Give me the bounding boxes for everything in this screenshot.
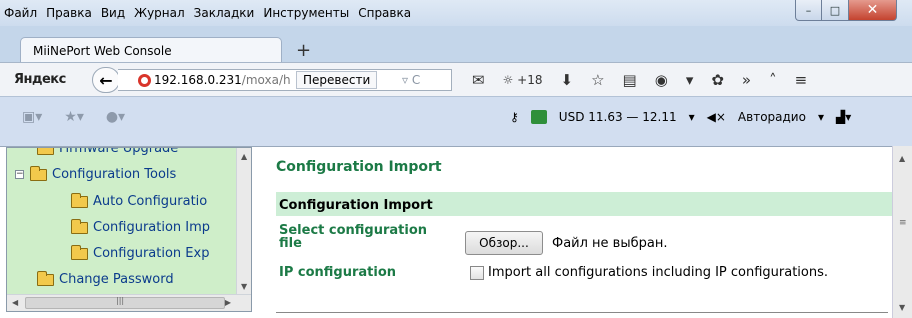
collapse-icon[interactable]: − (15, 170, 24, 179)
tree-item-label: Configuration Exp (93, 246, 210, 261)
scroll-down-arrow-icon[interactable]: ▼ (899, 303, 905, 312)
folder-open-icon (30, 165, 47, 181)
import-ip-checkbox[interactable] (470, 266, 484, 280)
tab-miineport[interactable]: MiiNePort Web Console (20, 37, 282, 63)
speaker-muted-icon[interactable]: ◀× (707, 110, 726, 124)
no-file-selected-text: Файл не выбран. (552, 236, 668, 251)
new-tab-button[interactable]: + (296, 40, 311, 61)
menu-view[interactable]: Вид (101, 6, 125, 20)
sun-icon: ☼ (502, 73, 514, 87)
tree-item-label: Auto Configuratio (93, 194, 208, 209)
reload-dropdown[interactable]: ▿ C (402, 73, 420, 87)
chevron-down-icon[interactable]: ▾ (818, 110, 824, 124)
bookmarks-bar: ▣▾ ★▾ ●▾ ⚷ USD 11.63 — 12.11 ▾ ◀× Автора… (0, 96, 912, 146)
site-identity-icon[interactable] (138, 74, 151, 87)
star-icon[interactable]: ☆ (591, 71, 604, 89)
weather-temp: +18 (517, 73, 543, 87)
scroll-right-arrow-icon[interactable]: ▶ (225, 298, 231, 307)
mail-icon[interactable]: ✉ (472, 71, 485, 89)
scroll-left-arrow-icon[interactable]: ◀ (12, 298, 18, 307)
page-title: Configuration Import (276, 159, 442, 175)
chevron-up-icon[interactable]: ˄ (769, 71, 777, 89)
extension-star-icon[interactable]: ★▾ (64, 109, 84, 125)
tree-item-auto-configuration[interactable]: Auto Configuratio (71, 192, 208, 209)
signal-bars-icon: ▟▾ (835, 110, 852, 124)
menu-edit[interactable]: Правка (46, 6, 92, 20)
menu-bookmarks[interactable]: Закладки (194, 6, 255, 20)
currency-chart-icon (530, 110, 547, 124)
brand-text: Яндекс (14, 72, 66, 87)
horizontal-scroll-thumb[interactable] (25, 296, 225, 309)
main-frame: Configuration Import Configuration Impor… (258, 147, 900, 318)
url-host: 192.168.0.231 (154, 73, 242, 87)
tree-item-label: Configuration Imp (93, 220, 211, 235)
folder-icon (71, 244, 88, 260)
url-text[interactable]: 192.168.0.231/moxa/h (154, 73, 314, 87)
folder-icon (37, 270, 54, 286)
back-button[interactable]: ← (92, 67, 120, 93)
scroll-up-arrow-icon[interactable]: ▲ (899, 154, 905, 163)
maximize-button[interactable]: □ (822, 0, 849, 21)
scroll-grip-icon[interactable]: ≡ (899, 218, 907, 228)
address-bar[interactable]: 192.168.0.231/moxa/h Перевести ▿ C (118, 69, 452, 91)
bookmark-left-icons: ▣▾ ★▾ ●▾ (22, 109, 125, 125)
navigation-tree: Firmware Upgrade − Configuration Tools A… (6, 147, 252, 312)
url-path: /moxa/h (241, 73, 291, 87)
key-icon[interactable]: ⚷ (510, 110, 519, 124)
tree-item-label: Firmware Upgrade (59, 147, 179, 156)
menu-tools[interactable]: Инструменты (263, 6, 349, 20)
reading-list-icon[interactable]: ▤ (623, 71, 637, 89)
main-vertical-scrollbar[interactable]: ▲ ≡ ▼ (892, 146, 912, 318)
folder-icon (37, 148, 54, 155)
menu-history[interactable]: Журнал (134, 6, 185, 20)
minimize-button[interactable]: – (795, 0, 822, 21)
chevron-down-icon[interactable]: ▾ (686, 71, 694, 89)
yandex-logo[interactable]: Яндекс (14, 72, 66, 87)
import-ip-checkbox-label[interactable]: Import all configurations including IP c… (488, 265, 828, 280)
tree-item-firmware-upgrade[interactable]: Firmware Upgrade (37, 147, 179, 156)
scroll-down-arrow-icon[interactable]: ▼ (241, 282, 247, 291)
currency-rate[interactable]: USD 11.63 — 12.11 (559, 110, 677, 124)
tree-horizontal-scrollbar[interactable]: ◀ ▶ (7, 294, 251, 311)
hamburger-menu-icon[interactable]: ≡ (795, 71, 808, 89)
puzzle-icon[interactable]: ✿ (711, 71, 724, 89)
extension-bubble-icon[interactable]: ●▾ (106, 109, 125, 125)
bookmark-right-widgets: ⚷ USD 11.63 — 12.11 ▾ ◀× Авторадио ▾ ▟▾ (510, 110, 851, 124)
folder-icon (71, 192, 88, 208)
tree-vertical-scrollbar[interactable]: ▲ ▼ (236, 148, 251, 295)
weather-widget[interactable]: ☼ +18 (503, 73, 543, 87)
menu-help[interactable]: Справка (358, 6, 411, 20)
close-window-button[interactable]: ✕ (849, 0, 897, 21)
tab-strip: MiiNePort Web Console + (0, 26, 912, 63)
folder-icon (71, 218, 88, 234)
scroll-up-arrow-icon[interactable]: ▲ (241, 152, 247, 161)
tree-item-configuration-tools[interactable]: − Configuration Tools (15, 165, 177, 182)
browse-button[interactable]: Обзор... (465, 231, 543, 255)
tree-item-label: Change Password (59, 272, 174, 287)
tree-item-change-password[interactable]: Change Password (37, 270, 174, 287)
navigation-bar: Яндекс ← 192.168.0.231/moxa/h Перевести … (0, 62, 912, 96)
speech-bubble-icon[interactable]: ◉ (655, 71, 668, 89)
page-content: Firmware Upgrade − Configuration Tools A… (0, 146, 912, 318)
menu-file[interactable]: Файл (4, 6, 37, 20)
tree-item-configuration-export[interactable]: Configuration Exp (71, 244, 210, 261)
ip-configuration-label: IP configuration (279, 265, 397, 280)
menu-bar: Файл Правка Вид Журнал Закладки Инструме… (0, 0, 912, 26)
toolbar-icons: ✉ ☼ +18 ⬇ ☆ ▤ ◉ ▾ ✿ » ˄ ≡ (472, 71, 807, 89)
translate-button[interactable]: Перевести (296, 71, 378, 89)
tree-item-configuration-import[interactable]: Configuration Imp (71, 218, 211, 235)
menu-list: Файл Правка Вид Журнал Закладки Инструме… (4, 6, 411, 20)
section-header: Configuration Import (276, 192, 892, 216)
tree-item-label: Configuration Tools (52, 167, 177, 182)
overflow-button[interactable]: » (742, 71, 751, 89)
download-icon[interactable]: ⬇ (561, 71, 574, 89)
divider (276, 312, 888, 313)
extension-icon-1[interactable]: ▣▾ (22, 109, 42, 125)
select-config-file-label: Select configuration file (279, 223, 428, 251)
chevron-down-icon[interactable]: ▾ (689, 110, 695, 124)
radio-station[interactable]: Авторадио (738, 110, 806, 124)
